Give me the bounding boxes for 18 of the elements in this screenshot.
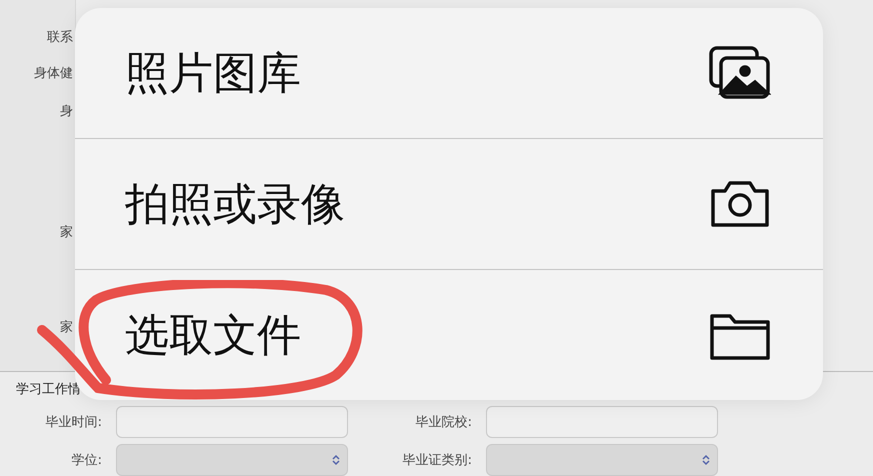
input-field[interactable] xyxy=(486,406,718,438)
field-label: 家 xyxy=(60,319,73,336)
field-label: 毕业时间: xyxy=(44,414,103,431)
field-label: 身 xyxy=(60,103,73,120)
field-label: 家 xyxy=(60,224,73,241)
chevron-icon xyxy=(331,454,341,466)
chevron-icon xyxy=(701,454,711,466)
field-label: 毕业院校: xyxy=(414,414,473,431)
select-field[interactable] xyxy=(116,444,348,476)
field-label: 毕业证类别: xyxy=(402,452,473,469)
select-field[interactable] xyxy=(486,444,718,476)
photos-icon xyxy=(709,46,771,100)
menu-item[interactable]: 拍照或录像 xyxy=(75,139,823,270)
input-field[interactable] xyxy=(116,406,348,438)
field-label: 学位: xyxy=(70,452,103,469)
field-label: 联系 xyxy=(47,29,73,46)
menu-item[interactable]: 照片图库 xyxy=(75,8,823,139)
field-label: 身体健 xyxy=(34,65,73,82)
